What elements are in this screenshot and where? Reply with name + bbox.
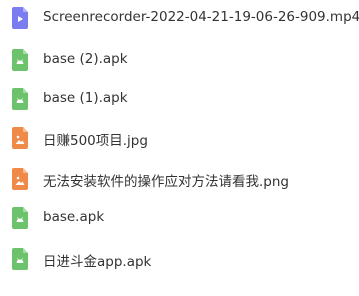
image-file-icon [12, 127, 28, 149]
file-row-rizhuan-jpg[interactable]: 日赚500项目.jpg [0, 125, 359, 151]
file-row-base-apk[interactable]: base.apk [0, 205, 359, 231]
file-row-help-png[interactable]: 无法安装软件的操作应对方法请看我.png [0, 166, 359, 192]
file-name: 日赚500项目.jpg [43, 133, 148, 149]
file-name: Screenrecorder-2022-04-21-19-06-26-909.m… [43, 9, 359, 25]
file-row-base-2-apk[interactable]: base (2).apk [0, 47, 359, 73]
android-file-icon [12, 49, 28, 71]
android-file-icon [12, 207, 28, 229]
android-file-icon [12, 88, 28, 110]
file-name: base (1).apk [43, 90, 128, 106]
video-file-icon [12, 7, 28, 29]
file-list: Screenrecorder-2022-04-21-19-06-26-909.m… [0, 0, 359, 296]
file-row-base-1-apk[interactable]: base (1).apk [0, 86, 359, 112]
file-row-screenrecorder-mp4[interactable]: Screenrecorder-2022-04-21-19-06-26-909.m… [0, 5, 359, 31]
file-name: 日进斗金app.apk [43, 254, 152, 270]
file-row-rijindoujin-apk[interactable]: 日进斗金app.apk [0, 246, 359, 272]
file-name: 无法安装软件的操作应对方法请看我.png [43, 174, 289, 190]
file-name: base (2).apk [43, 51, 128, 67]
image-file-icon [12, 168, 28, 190]
file-name: base.apk [43, 209, 105, 225]
android-file-icon [12, 248, 28, 270]
